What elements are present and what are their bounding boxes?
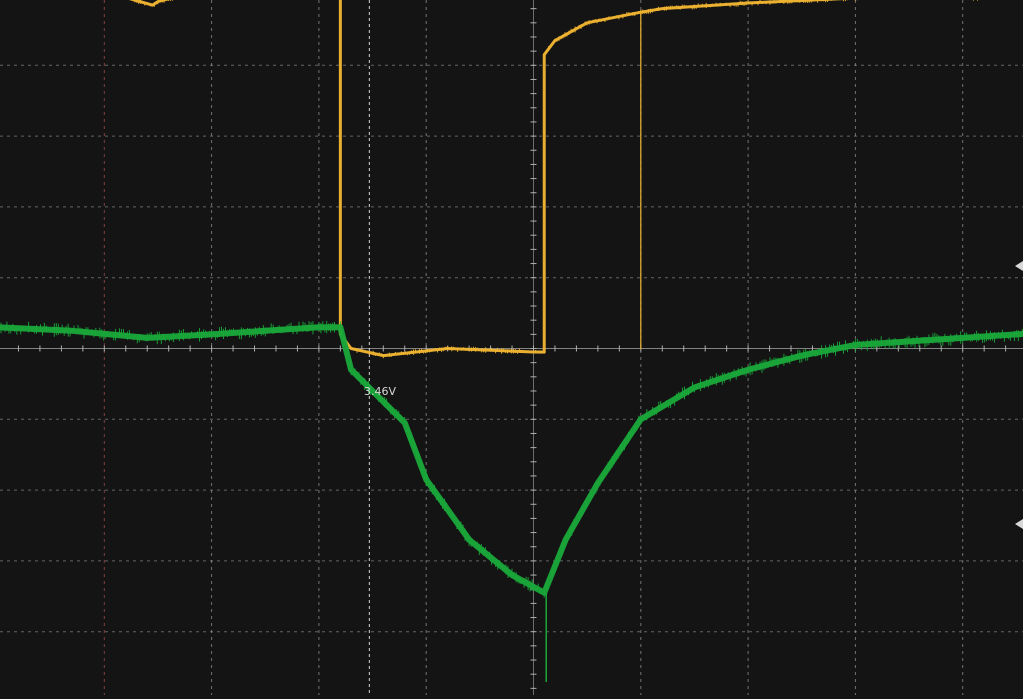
waveform-plot bbox=[0, 0, 1023, 695]
cursor-readout-label: 3.46V bbox=[364, 385, 397, 398]
oscilloscope-display: 3.46V bbox=[0, 0, 1023, 695]
plot-background bbox=[0, 0, 1023, 695]
